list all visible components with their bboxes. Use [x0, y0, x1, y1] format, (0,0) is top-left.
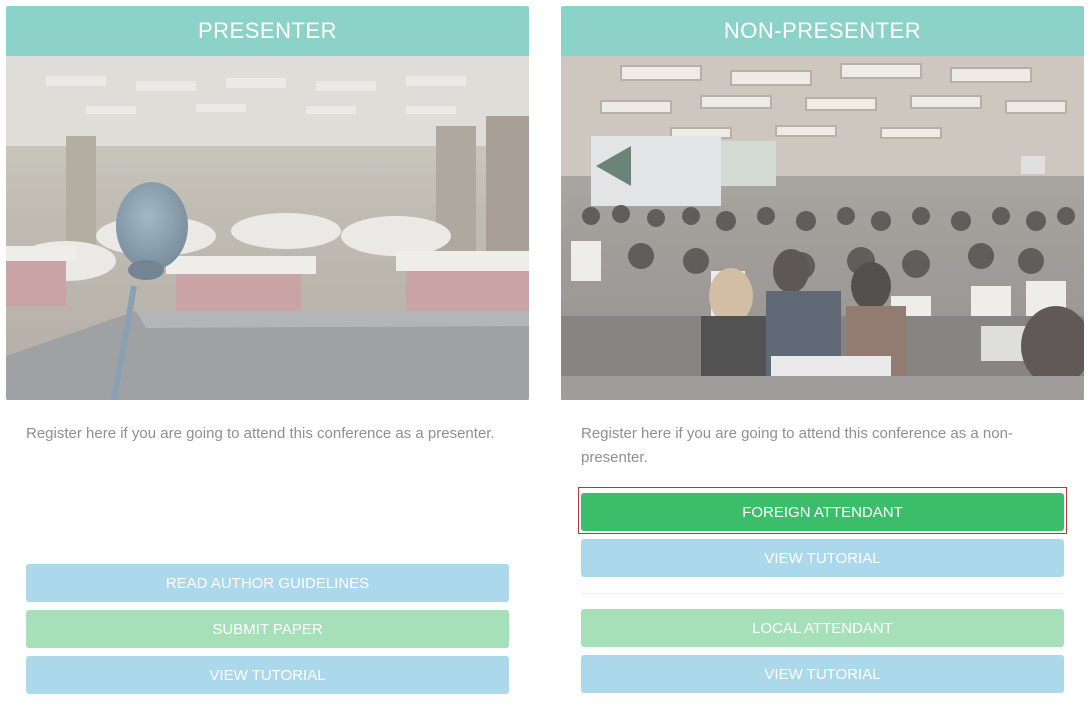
local-attendant-button[interactable]: LOCAL ATTENDANT: [581, 609, 1064, 647]
read-author-guidelines-button[interactable]: READ AUTHOR GUIDELINES: [26, 564, 509, 602]
presenter-title: PRESENTER: [6, 6, 529, 56]
submit-paper-button[interactable]: SUBMIT PAPER: [26, 610, 509, 648]
foreign-attendant-button[interactable]: FOREIGN ATTENDANT: [581, 493, 1064, 531]
section-divider: [581, 593, 1064, 594]
local-view-tutorial-button[interactable]: VIEW TUTORIAL: [581, 655, 1064, 693]
nonpresenter-image: [561, 56, 1084, 400]
presenter-image: [6, 56, 529, 400]
presenter-card: PRESENTER Register here if you are going…: [6, 6, 529, 706]
nonpresenter-card: NON-PRESENTER Register here if you are g…: [561, 6, 1084, 706]
nonpresenter-description: Register here if you are going to attend…: [581, 425, 1013, 466]
presenter-description: Register here if you are going to attend…: [26, 425, 495, 442]
nonpresenter-title: NON-PRESENTER: [561, 6, 1084, 56]
presenter-view-tutorial-button[interactable]: VIEW TUTORIAL: [26, 656, 509, 694]
foreign-view-tutorial-button[interactable]: VIEW TUTORIAL: [581, 539, 1064, 577]
